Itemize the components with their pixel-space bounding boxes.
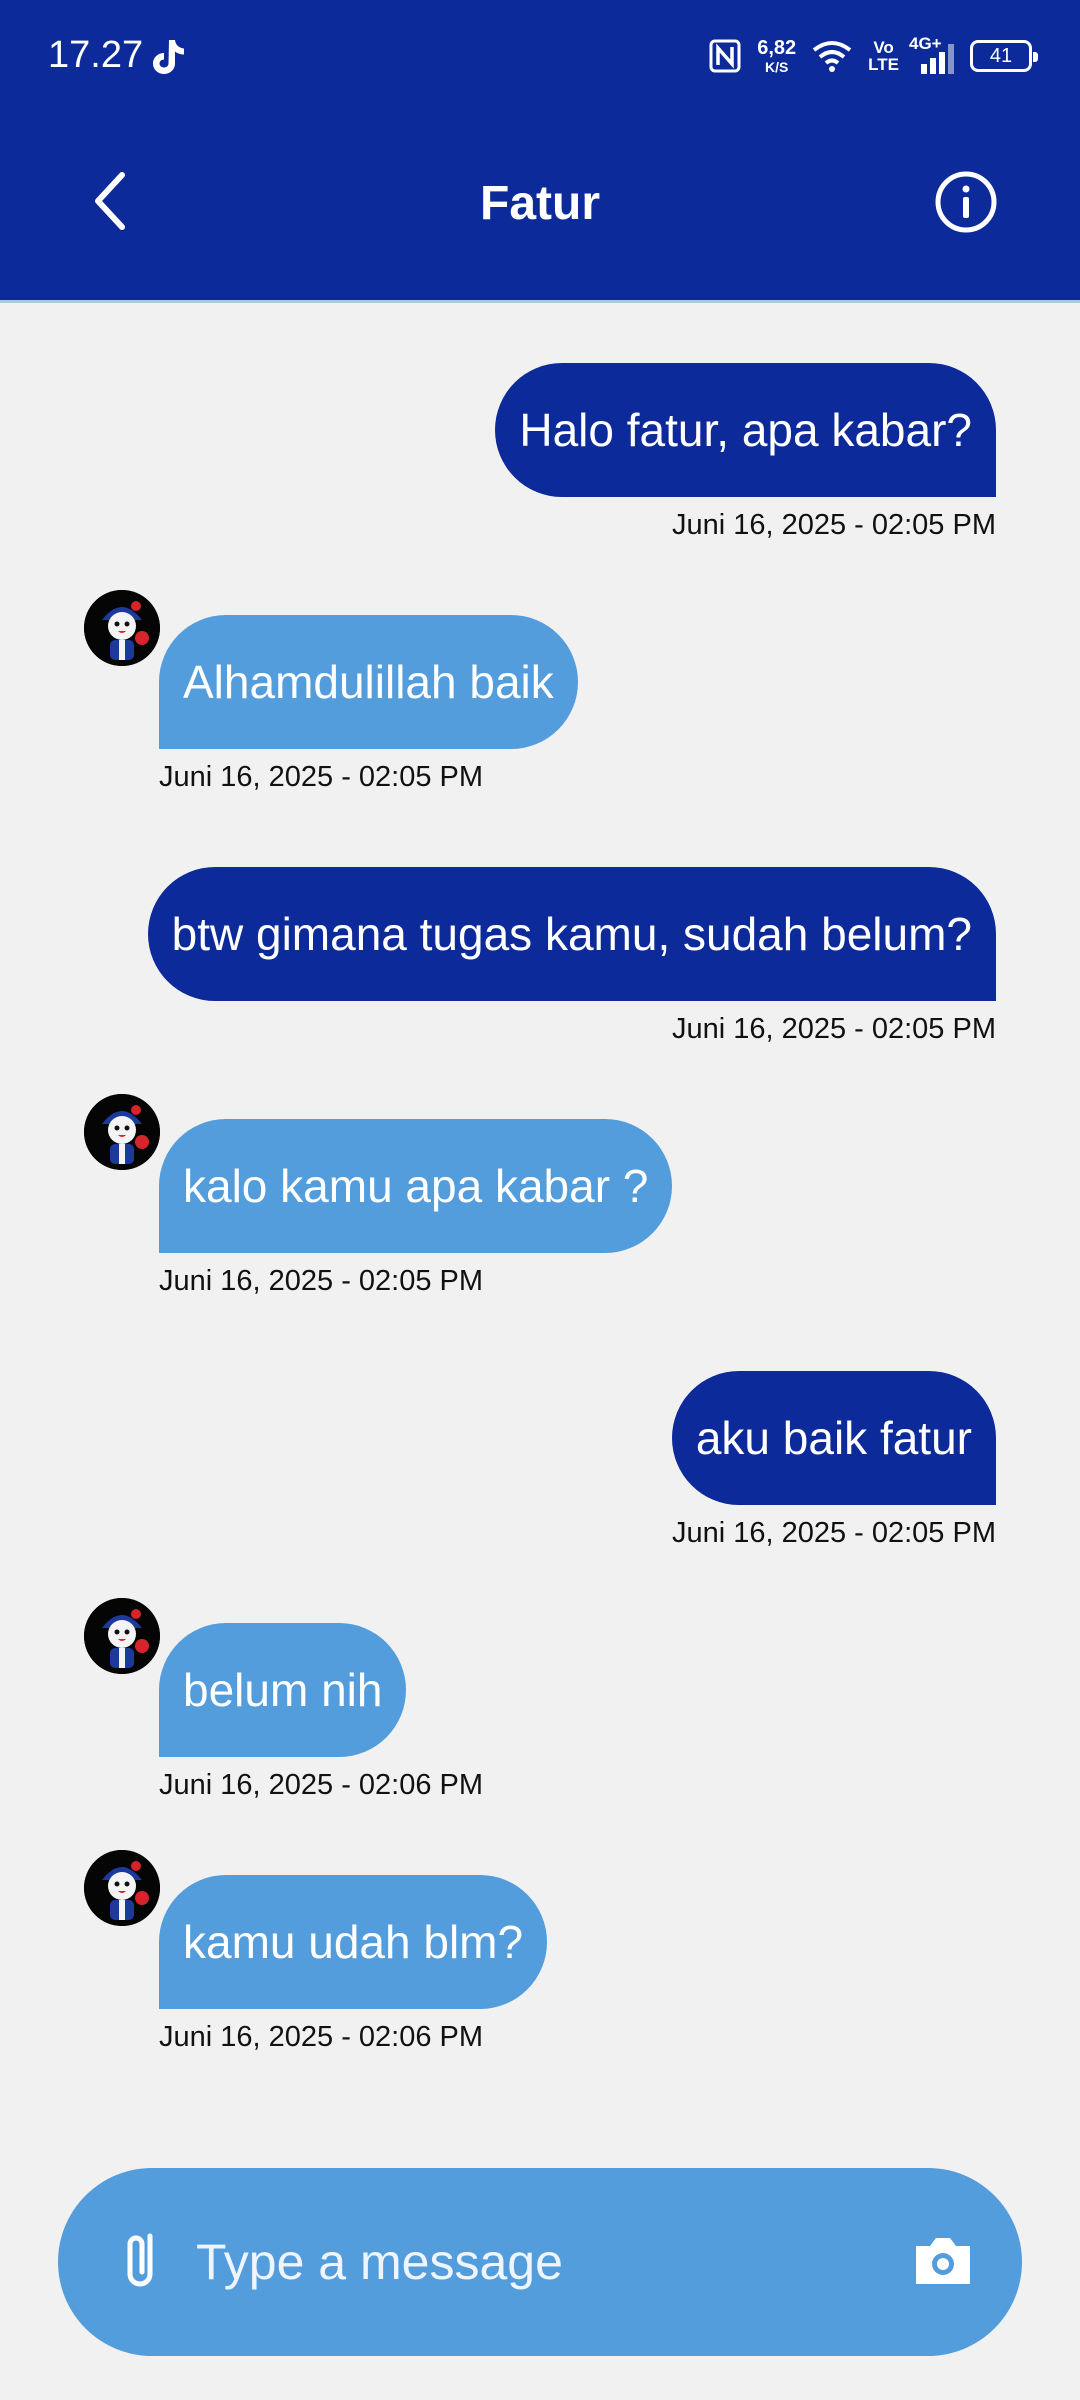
message-composer — [58, 2168, 1022, 2356]
mascot-avatar-icon — [84, 1094, 160, 1170]
app-bar: 17.27 6,82 K/S Vo LTE 4G+ 41 Fatur — [0, 0, 1080, 300]
tiktok-icon — [153, 40, 184, 74]
message-bubble[interactable]: kalo kamu apa kabar ? — [159, 1119, 673, 1253]
camera-icon[interactable] — [910, 2228, 976, 2294]
status-icons: 6,82 K/S Vo LTE 4G+ 41 — [709, 34, 1038, 78]
paperclip-icon[interactable] — [110, 2226, 178, 2298]
avatar[interactable] — [84, 590, 160, 666]
volte-bottom: LTE — [868, 55, 899, 74]
message-bubble[interactable]: Halo fatur, apa kabar? — [495, 363, 996, 497]
message-bubble[interactable]: btw gimana tugas kamu, sudah belum? — [147, 867, 996, 1001]
chat-title: Fatur — [480, 177, 600, 230]
message-incoming[interactable]: Alhamdulillah baik Juni 16, 2025 - 02:05… — [159, 615, 578, 794]
network-speed-value: 6,82 — [757, 37, 797, 59]
message-outgoing[interactable]: Halo fatur, apa kabar? Juni 16, 2025 - 0… — [495, 363, 996, 542]
avatar[interactable] — [84, 1850, 160, 1926]
status-bar: 17.27 6,82 K/S Vo LTE 4G+ 41 — [0, 0, 1080, 110]
volte-top: Vo — [873, 38, 894, 57]
message-outgoing[interactable]: aku baik fatur Juni 16, 2025 - 02:05 PM — [671, 1371, 996, 1550]
avatar[interactable] — [84, 1094, 160, 1170]
network-speed: 6,82 K/S — [757, 38, 796, 74]
message-timestamp: Juni 16, 2025 - 02:05 PM — [671, 1517, 996, 1549]
battery-level: 41 — [989, 44, 1013, 67]
message-timestamp: Juni 16, 2025 - 02:06 PM — [159, 1769, 484, 1801]
mascot-avatar-icon — [84, 590, 160, 666]
signal-icon: 4G+ — [909, 34, 954, 74]
message-bubble[interactable]: kamu udah blm? — [159, 1875, 548, 2009]
message-list: Halo fatur, apa kabar? Juni 16, 2025 - 0… — [0, 303, 1080, 2103]
status-time: 17.27 — [48, 34, 144, 76]
message-incoming[interactable]: kalo kamu apa kabar ? Juni 16, 2025 - 02… — [159, 1119, 673, 1298]
message-incoming[interactable]: belum nih Juni 16, 2025 - 02:06 PM — [159, 1623, 483, 1802]
message-outgoing[interactable]: btw gimana tugas kamu, sudah belum? Juni… — [147, 867, 996, 1046]
message-timestamp: Juni 16, 2025 - 02:06 PM — [159, 2021, 484, 2053]
message-bubble[interactable]: aku baik fatur — [671, 1371, 996, 1505]
info-icon[interactable] — [934, 170, 998, 234]
message-bubble[interactable]: Alhamdulillah baik — [159, 615, 578, 749]
battery-icon: 41 — [970, 40, 1038, 72]
message-bubble[interactable]: belum nih — [159, 1623, 407, 1757]
volte-indicator: Vo LTE — [868, 39, 899, 73]
network-type: 4G+ — [909, 34, 942, 53]
wifi-icon — [812, 41, 852, 72]
message-timestamp: Juni 16, 2025 - 02:05 PM — [671, 1013, 996, 1045]
message-timestamp: Juni 16, 2025 - 02:05 PM — [159, 761, 484, 793]
message-incoming[interactable]: kamu udah blm? Juni 16, 2025 - 02:06 PM — [159, 1875, 548, 2054]
message-timestamp: Juni 16, 2025 - 02:05 PM — [159, 1265, 484, 1297]
avatar[interactable] — [84, 1598, 160, 1674]
nfc-icon — [709, 39, 741, 73]
network-speed-unit: K/S — [765, 59, 789, 75]
mascot-avatar-icon — [84, 1850, 160, 1926]
message-input[interactable] — [196, 2218, 836, 2306]
mascot-avatar-icon — [84, 1598, 160, 1674]
message-timestamp: Juni 16, 2025 - 02:05 PM — [671, 509, 996, 541]
